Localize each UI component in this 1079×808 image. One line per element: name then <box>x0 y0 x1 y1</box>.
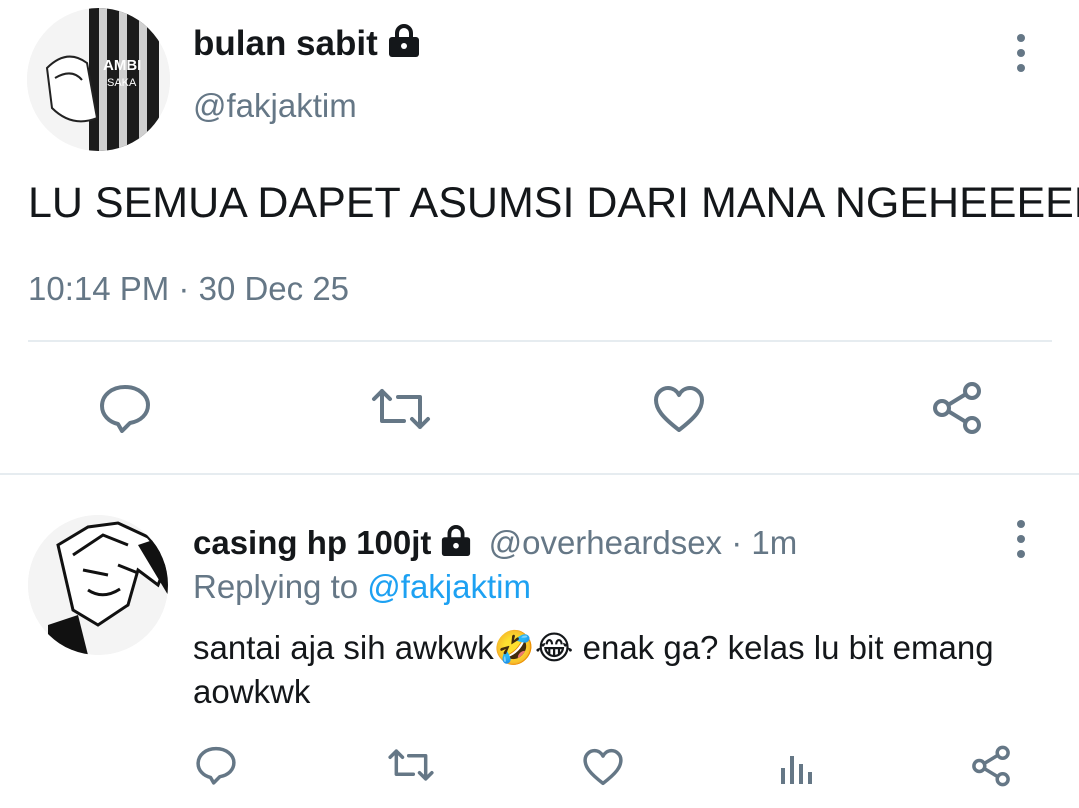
replying-prefix: Replying to <box>193 568 359 605</box>
reply-separator: · <box>731 524 743 561</box>
avatar-image: AMBI SAKA <box>27 8 170 151</box>
main-handle[interactable]: @fakjaktim <box>193 84 357 128</box>
more-options-icon[interactable] <box>1014 519 1028 559</box>
reply-icon[interactable] <box>195 745 237 785</box>
share-icon[interactable] <box>970 745 1012 787</box>
reply-text-line: aowkwk <box>193 673 311 710</box>
reply-age: 1m <box>751 524 798 561</box>
tweet-date: 30 Dec 25 <box>198 270 350 307</box>
reply-tweet-text: santai aja sih awkwk🤣😂 enak ga? kelas lu… <box>193 626 994 714</box>
share-icon[interactable] <box>930 381 984 435</box>
timestamp-separator: · <box>178 270 190 307</box>
avatar-image <box>28 515 168 655</box>
like-icon[interactable] <box>652 384 706 434</box>
tweet-time: 10:14 PM <box>28 270 170 307</box>
replying-handle-link[interactable]: @fakjaktim <box>367 568 531 605</box>
lock-icon <box>386 24 422 69</box>
replying-to: Replying to @fakjaktim <box>193 566 531 608</box>
reply-header[interactable]: casing hp 100jt @overheardsex · 1m <box>193 522 797 567</box>
more-options-icon[interactable] <box>1014 33 1028 73</box>
reply-display-name: casing hp 100jt <box>193 524 432 561</box>
reply-icon[interactable] <box>98 383 152 433</box>
reply-text-line: santai aja sih awkwk🤣😂 enak ga? kelas lu… <box>193 629 994 666</box>
avatar-jersey-text: AMBI <box>103 57 141 74</box>
lock-icon <box>439 525 473 567</box>
display-name-text: bulan sabit <box>193 24 378 63</box>
main-avatar[interactable]: AMBI SAKA <box>27 8 170 151</box>
divider <box>28 340 1052 342</box>
main-display-name[interactable]: bulan sabit <box>193 22 422 69</box>
divider <box>0 473 1079 475</box>
reply-avatar[interactable] <box>28 515 168 655</box>
retweet-icon[interactable] <box>370 387 432 431</box>
main-tweet-text: LU SEMUA DAPET ASUMSI DARI MANA NGEHEEEE… <box>28 179 1079 227</box>
avatar-jersey-subtext: SAKA <box>107 77 137 89</box>
analytics-icon[interactable] <box>778 750 818 786</box>
main-timestamp[interactable]: 10:14 PM · 30 Dec 25 <box>28 268 349 310</box>
retweet-icon[interactable] <box>387 748 435 782</box>
reply-handle: @overheardsex <box>488 524 723 561</box>
like-icon[interactable] <box>582 747 624 787</box>
